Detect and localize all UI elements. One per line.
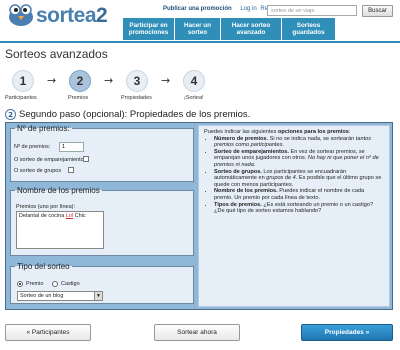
help-item: Número de premios. Si no se indica nada,… <box>214 136 384 149</box>
search-button[interactable]: Buscar <box>362 5 393 17</box>
help-item: Tipos de premios. ¿Es está sorteando un … <box>214 202 384 215</box>
site-logo[interactable]: sortea2 <box>36 4 108 28</box>
prizes-count-legend: Nº de premios: <box>17 124 70 133</box>
arrow-right-icon: → <box>161 74 171 87</box>
help-item: Nombre de los premios. Puedes indicar el… <box>214 188 384 201</box>
arrow-right-icon: → <box>104 74 114 87</box>
draw-now-button[interactable]: Sortear ahora <box>154 324 240 341</box>
tab-participate[interactable]: Participar en promociones <box>123 18 175 40</box>
login-link[interactable]: Log in <box>240 6 256 12</box>
prizes-count-label: Nº de premios: <box>14 144 51 150</box>
groups-label: O sorteo de grupos <box>14 168 62 174</box>
help-item-head: Sorteo de grupos. <box>214 168 262 175</box>
prize-text: Delantal de cocina <box>19 213 66 219</box>
step-2-circle[interactable]: 2 <box>69 70 91 92</box>
help-item-head: Sorteo de emparejamientos. <box>214 148 289 155</box>
prizes-count-input[interactable] <box>59 142 84 152</box>
logo-suffix: 2 <box>96 4 108 27</box>
draw-type-value: Sorteo de un blog <box>20 293 64 299</box>
help-intro-text: Puedes indicar las siguientes <box>204 129 279 135</box>
step-3-circle[interactable]: 3 <box>126 70 148 92</box>
page: sortea2 Publicar una promoción Log in Re… <box>0 0 400 350</box>
matchup-label: O sorteo de emparejamientos <box>14 157 87 163</box>
substep-number-icon: 2 <box>5 109 16 120</box>
help-item-tail: . <box>253 161 256 168</box>
step-4-circle[interactable]: 4 <box>183 70 205 92</box>
prize-names-legend: Nombre de los premios <box>17 186 100 195</box>
prize-radio[interactable] <box>17 281 23 287</box>
help-item-head: Número de premios. <box>214 135 269 142</box>
prize-names-textarea[interactable]: Delantal de cocina Lol Chic <box>16 211 104 249</box>
bird-logo-icon[interactable] <box>6 1 36 27</box>
step-1-label: Participantes <box>5 95 37 101</box>
step-1-circle[interactable]: 1 <box>12 70 34 92</box>
matchup-checkbox[interactable] <box>83 156 89 162</box>
help-item-em: grupos de 4 <box>266 175 296 182</box>
punish-radio-label: Castigo <box>61 281 80 287</box>
page-title: Sorteos avanzados <box>5 47 108 61</box>
chevron-down-icon: ▼ <box>94 292 102 300</box>
help-intro-end: : <box>348 129 351 135</box>
draw-type-select[interactable]: Sorteo de un blog ▼ <box>17 291 103 301</box>
punish-radio[interactable] <box>52 281 58 287</box>
tab-advanced-draw[interactable]: Hacer sorteo avanzado <box>221 18 282 40</box>
search-input[interactable] <box>267 5 357 16</box>
prize-radio-label: Premio <box>26 281 44 287</box>
tab-make-draw[interactable]: Hacer un sorteo <box>175 18 221 40</box>
draw-type-legend: Tipo del sorteo <box>17 262 70 271</box>
groups-checkbox[interactable] <box>68 167 74 173</box>
step-4-label: ¡Sortea! <box>184 95 204 101</box>
help-item: Sorteo de grupos. Los participantes se e… <box>214 169 384 189</box>
substep-title: Segundo paso (opcional): Propiedades de … <box>19 109 251 120</box>
back-participants-button[interactable]: « Participantes <box>5 324 91 341</box>
help-intro-bold: opciones para los premios <box>278 129 349 135</box>
header-divider <box>0 41 400 43</box>
logo-text: sortea <box>36 4 97 27</box>
prize-names-hint: Premios (uno por línea): <box>16 204 75 210</box>
prize-text-end: Chic <box>73 213 86 219</box>
next-properties-button[interactable]: Propiedades » <box>301 324 393 341</box>
main-nav: Participar en promociones Hacer un sorte… <box>123 18 336 40</box>
help-intro: Puedes indicar las siguientes opciones p… <box>204 129 384 136</box>
help-item: Sorteo de emparejamientos. En vez de sor… <box>214 149 384 169</box>
tab-saved-draws[interactable]: Sorteos guardados <box>282 18 336 40</box>
help-item-head: Nombre de los premios. <box>214 188 278 195</box>
help-list: Número de premios. Si no se indica nada,… <box>214 136 384 215</box>
step-3-label: Propiedades <box>121 95 152 101</box>
publish-promo-link[interactable]: Publicar una promoción <box>163 6 232 12</box>
help-item-head: Tipos de premios. <box>214 201 262 208</box>
help-item-tail: . <box>282 142 284 149</box>
arrow-right-icon: → <box>47 74 57 87</box>
help-item-body: Si no se indica nada, se sortearán <box>268 135 356 142</box>
help-box: Puedes indicar las siguientes opciones p… <box>198 125 390 307</box>
step-2-label: Premios <box>68 95 89 101</box>
